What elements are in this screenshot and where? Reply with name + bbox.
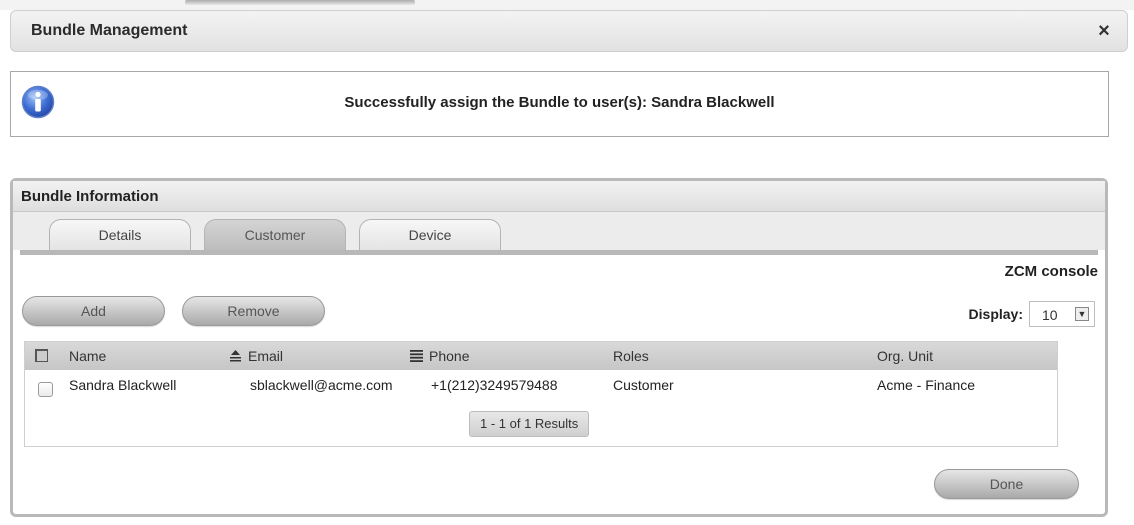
row-checkbox[interactable] — [38, 382, 53, 397]
customer-tab-content: ZCM console Add Remove Display: 10 ▼ Nam… — [20, 255, 1098, 507]
add-button[interactable]: Add — [22, 296, 165, 326]
column-header-email-label: Email — [248, 348, 284, 364]
cell-org-unit: Acme - Finance — [877, 377, 976, 393]
modal-header: Bundle Management × — [10, 10, 1128, 52]
table-header: Name Email Phone Roles Org. Unit — [25, 342, 1057, 370]
cell-phone: +1(212)3249579488 — [431, 377, 558, 393]
column-header-email[interactable]: Email — [229, 348, 283, 364]
list-icon — [410, 350, 423, 362]
column-header-phone[interactable]: Phone — [410, 348, 469, 364]
success-notification: Successfully assign the Bundle to user(s… — [10, 71, 1109, 137]
cell-roles: Customer — [613, 377, 674, 393]
customer-table: Name Email Phone Roles Org. Unit Sandra … — [24, 341, 1058, 447]
column-header-phone-label: Phone — [429, 348, 470, 364]
background-text-fragment — [185, 0, 415, 5]
table-row[interactable]: Sandra Blackwell sblackwell@acme.com +1(… — [25, 370, 1057, 404]
cell-name: Sandra Blackwell — [69, 377, 177, 393]
tab-strip: Details Customer Device — [13, 212, 1105, 250]
cell-email: sblackwell@acme.com — [250, 377, 393, 393]
sort-icon — [230, 350, 241, 362]
tab-customer[interactable]: Customer — [204, 219, 346, 250]
panel-header: Bundle Information — [13, 181, 1105, 212]
background-page-strip — [0, 0, 1134, 10]
context-label: ZCM console — [1004, 263, 1098, 280]
close-icon[interactable]: × — [1093, 19, 1115, 43]
pagination-summary: 1 - 1 of 1 Results — [469, 411, 590, 437]
tab-details[interactable]: Details — [49, 219, 191, 250]
display-label: Display: — [968, 306, 1023, 322]
column-header-roles[interactable]: Roles — [613, 348, 649, 364]
remove-button[interactable]: Remove — [182, 296, 325, 326]
page-size-select[interactable]: 10 ▼ — [1029, 301, 1095, 327]
column-header-org-unit[interactable]: Org. Unit — [877, 348, 933, 364]
bundle-information-panel: Bundle Information Details Customer Devi… — [10, 178, 1108, 517]
modal-title: Bundle Management — [31, 22, 188, 39]
tab-device[interactable]: Device — [359, 219, 501, 250]
done-button[interactable]: Done — [934, 469, 1079, 499]
chevron-down-icon[interactable]: ▼ — [1075, 307, 1089, 321]
column-header-name[interactable]: Name — [69, 348, 106, 364]
panel-title: Bundle Information — [21, 188, 159, 205]
select-all-checkbox[interactable] — [35, 349, 48, 362]
notification-message: Successfully assign the Bundle to user(s… — [344, 94, 775, 111]
page-size-value: 10 — [1042, 307, 1058, 323]
